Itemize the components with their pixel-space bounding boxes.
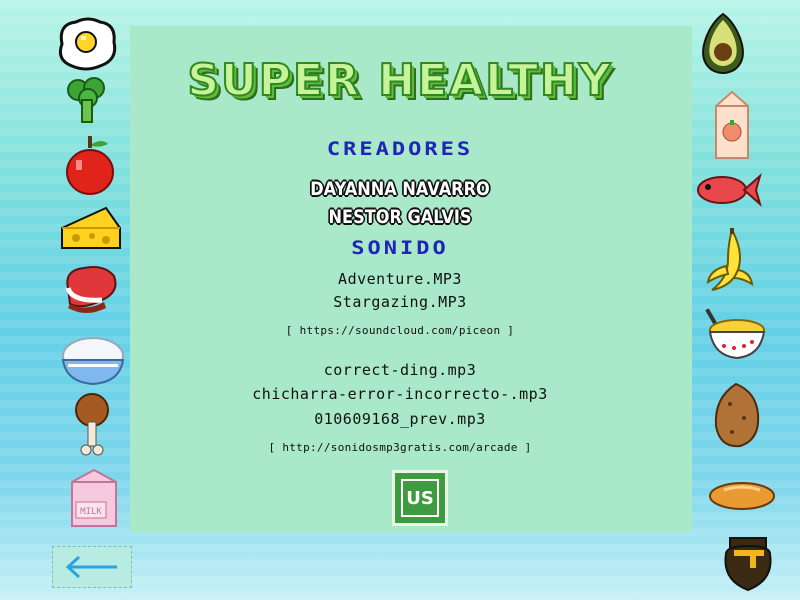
milk-label: MILK [80, 507, 102, 517]
banana-icon [706, 227, 754, 291]
honey-pot-icon [724, 537, 772, 592]
music-track: Stargazing.MP3 [333, 293, 467, 311]
potato-icon [714, 382, 760, 448]
logo-text: US [401, 479, 439, 517]
cheese-icon [61, 206, 121, 249]
creator-name: DAYANNA NAVARRO [310, 178, 490, 200]
back-button[interactable] [52, 546, 132, 588]
music-track: Adventure.MP3 [338, 270, 462, 288]
creators-heading: CREADORES [326, 138, 474, 161]
fish-icon [697, 173, 762, 207]
broccoli-icon [67, 77, 105, 123]
chicken-leg-icon [75, 393, 109, 456]
bread-icon [709, 482, 775, 510]
noodle-bowl-icon [705, 308, 766, 360]
studio-logo: US [392, 470, 448, 526]
egg-icon [58, 17, 117, 71]
sfx-source-link: [ http://sonidosmp3gratis.com/arcade ] [268, 441, 532, 454]
juice-carton-icon [715, 90, 749, 159]
apple-icon [66, 136, 114, 195]
rice-bowl-icon [61, 337, 125, 386]
milk-carton-icon: MILK [71, 468, 117, 527]
sfx-track: 010609168_prev.mp3 [314, 410, 486, 428]
steak-icon [65, 266, 117, 313]
avocado-icon [702, 12, 744, 74]
arrow-left-icon [65, 555, 117, 579]
game-title: SUPER HEALTHY [186, 54, 613, 107]
creator-name: NESTOR GALVIS [328, 206, 472, 228]
